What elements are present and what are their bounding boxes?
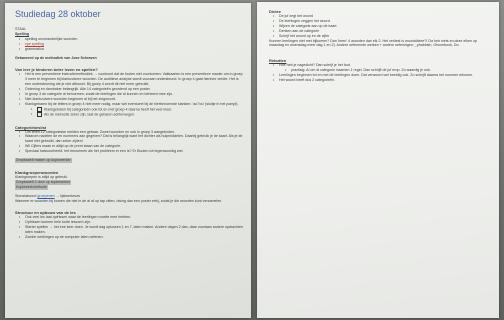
list-item: Starter spellen → het ene keer doen. Je …: [15, 225, 243, 235]
checkbox-icon: [37, 112, 42, 118]
document-page-right: Dictee De juf zegt het woord De leerling…: [257, 2, 499, 318]
page-content: Dictee De juf zegt het woord De leerling…: [269, 9, 491, 83]
list-item: Waarom nadelen de en nummers aan gegeven…: [15, 134, 243, 144]
sub-list-text: Als de instructie zeker zijn, laat de ge…: [44, 112, 136, 117]
text-fragment: Stonstaboord: [15, 193, 37, 198]
list-item: Schrijf het woord op en de cijfer: [269, 34, 491, 39]
list-item: Het is een preventieve instructiemethodi…: [15, 72, 243, 87]
document-page-left: Studiedag 28 oktober STAAL Spelling spel…: [5, 3, 251, 318]
list-item: Zonder werkingen op de computer laten oe…: [15, 235, 243, 240]
document-title: Studiedag 28 oktober: [15, 9, 101, 19]
checkbox-icon: [37, 106, 42, 112]
list-item: grammatica: [15, 47, 243, 52]
page-content: Studiedag 28 oktober STAAL Spelling spel…: [15, 9, 243, 240]
text-link[interactable]: groepenen: [37, 194, 54, 198]
text-paragraph: Kunnen leerlingen niet met bijkomen? Dan…: [269, 38, 477, 48]
highlighted-note: Dropbadelt maken op kopiewerker: [15, 158, 72, 163]
list-item: Het woord heeft dus 2 categorieën.: [269, 78, 491, 83]
text-paragraph: Wanneer er woorden bij komen die niet in…: [15, 198, 223, 203]
text-fragment: → lijstwerkeurs: [55, 193, 80, 198]
sub-list-item: Als de instructie zeker zijn, laat de ge…: [15, 112, 243, 117]
highlighted-note: Kopiewerkmethode: [15, 184, 48, 190]
sub-list-text: Klankgebaren bij categorieën ook tot en …: [44, 107, 173, 112]
list-item: Speciaal halsvoorbeeld: het benoemen als…: [15, 149, 243, 154]
